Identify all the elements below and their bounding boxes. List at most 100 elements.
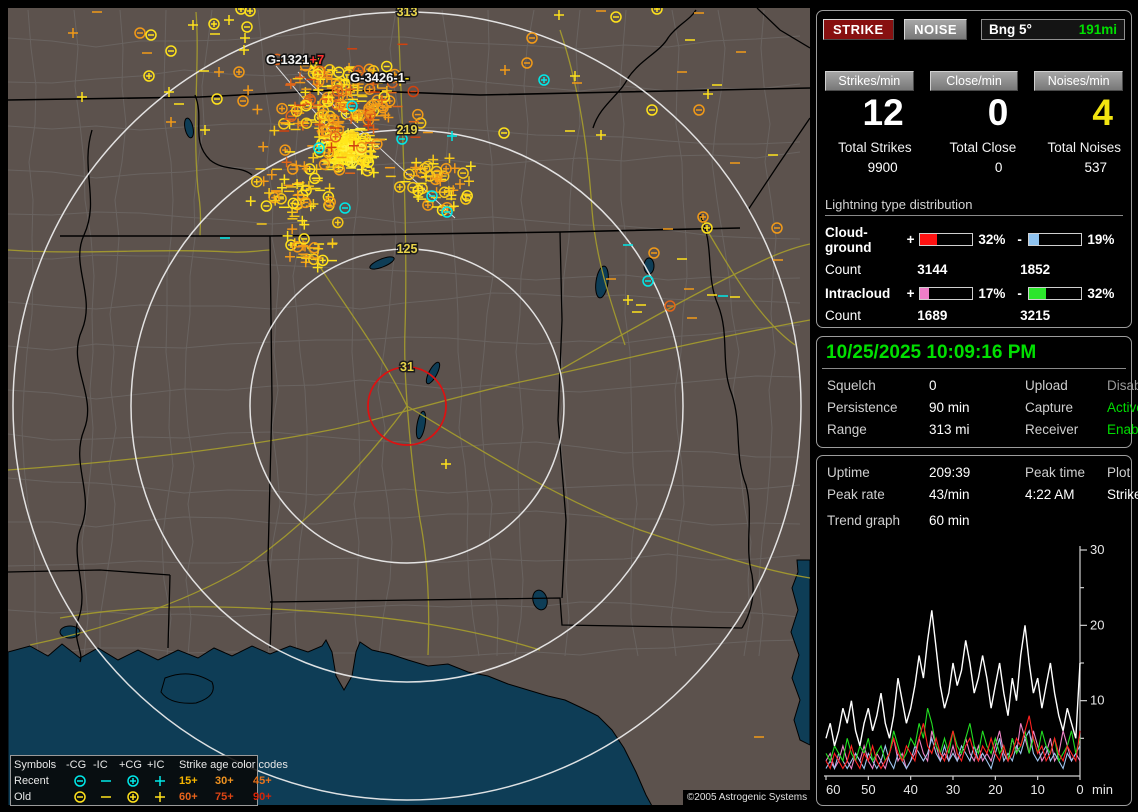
- trend-graph-header: Trend graph 60 min: [817, 502, 1131, 528]
- distribution-row: Intracloud +17% - 32%: [825, 286, 1123, 301]
- stats-grid: Uptime 209:39 Peak time Plot Peak rate 43/min…: [817, 456, 1138, 502]
- rate-counters: Strikes/min 12 Total Strikes 9900 Close/min 0…: [817, 71, 1131, 175]
- svg-text:20: 20: [1090, 617, 1104, 632]
- trend-series-total-strikes-min: [825, 610, 1081, 747]
- counter-value: 0: [987, 92, 1009, 133]
- counter-total-value: 9900: [867, 159, 898, 175]
- copyright: ©2005 Astrogenic Systems: [683, 790, 811, 806]
- minus-count: 3215: [1020, 307, 1051, 323]
- stat-cell: Peak rate: [827, 487, 885, 502]
- legend-age-title: Strike age color codes: [179, 759, 288, 771]
- datetime-display: 10/25/2025 10:09:16 PM: [822, 337, 1126, 369]
- count-label: Count: [825, 307, 862, 323]
- storm-cell-label: G-3426-1-: [350, 70, 409, 85]
- bearing-range-display: Bng 5° 191mi: [981, 19, 1125, 40]
- strike-symbol-cp: [127, 791, 139, 803]
- strike-symbol-p: [155, 792, 165, 802]
- legend-row-label: Old: [14, 791, 32, 803]
- status-label: Receiver: [1025, 422, 1079, 437]
- trend-series--cg: [825, 729, 1081, 770]
- legend-glyph-cp: [119, 774, 147, 788]
- distribution-row: Cloud-ground +32% - 19%: [825, 225, 1123, 255]
- distribution-name: Intracloud: [825, 285, 891, 301]
- minus-percent: 19%: [1087, 232, 1115, 248]
- noises-min-button[interactable]: Noises/min: [1034, 71, 1123, 91]
- svg-text:30: 30: [1090, 542, 1104, 557]
- stat-cell: Plot: [1107, 465, 1131, 480]
- lightning-map[interactable]: 313 219 125 31 G-1321+7 G-3426-1-: [0, 0, 812, 808]
- noise-mode-button[interactable]: NOISE: [904, 19, 968, 40]
- strike-mode-button[interactable]: STRIKE: [823, 19, 894, 40]
- plus-percent: 17%: [978, 285, 1006, 301]
- stat-cell: Strike: [1107, 487, 1138, 502]
- nexstorm-window: 313 219 125 31 G-1321+7 G-3426-1- Symbols -CG -…: [0, 0, 1138, 812]
- svg-text:60: 60: [826, 782, 840, 797]
- svg-text:min: min: [1092, 782, 1113, 797]
- bearing-label: Bng 5°: [989, 22, 1032, 37]
- status-panel: 10/25/2025 10:09:16 PM Squelch 0 Upload Dis…: [816, 336, 1138, 448]
- plus-count: 1689: [917, 307, 948, 323]
- counter-column-0: Strikes/min 12 Total Strikes 9900: [825, 71, 914, 175]
- legend-glyph-cm: [66, 774, 93, 788]
- count-row: Count 1689 3215: [825, 308, 1123, 323]
- status-label: Squelch: [827, 378, 876, 393]
- legend-col-header: +CG: [119, 759, 142, 771]
- svg-text:219: 219: [397, 123, 418, 137]
- legend-col-header: -IC: [93, 759, 108, 771]
- strike-counters-panel: STRIKE NOISE Bng 5° 191mi Strikes/min 12 T…: [816, 10, 1132, 328]
- status-value: Active: [1107, 400, 1138, 415]
- minus-count: 1852: [1020, 261, 1051, 277]
- count-row: Count 3144 1852: [825, 262, 1123, 277]
- bearing-range-value: 191mi: [1078, 22, 1117, 37]
- legend-age-code: 30+: [215, 775, 234, 787]
- close-min-button[interactable]: Close/min: [929, 71, 1019, 91]
- counter-column-1: Close/min 0 Total Close 0: [929, 71, 1019, 175]
- svg-text:10: 10: [1090, 693, 1104, 708]
- legend-symbols-header: Symbols: [14, 759, 57, 771]
- plus-sign: +: [906, 285, 915, 301]
- svg-text:313: 313: [397, 5, 418, 19]
- strikes-min-button[interactable]: Strikes/min: [825, 71, 914, 91]
- legend-age-code: 45+: [253, 775, 272, 787]
- status-label: Persistence: [827, 400, 898, 415]
- counter-total-label: Total Noises: [1047, 139, 1121, 155]
- status-value: Enabled: [1107, 422, 1138, 437]
- trend-graph-label: Trend graph: [827, 513, 901, 528]
- map-view[interactable]: 313 219 125 31 G-1321+7 G-3426-1- Symbols -CG -…: [0, 0, 812, 812]
- legend-row-label: Recent: [14, 775, 49, 787]
- stat-cell: Peak time: [1025, 465, 1086, 480]
- count-label: Count: [825, 261, 862, 277]
- status-value: 90 min: [929, 400, 970, 415]
- status-value: 0: [929, 378, 937, 393]
- legend-glyph-m: [93, 790, 119, 804]
- statistics-panel: Uptime 209:39 Peak time Plot Peak rate 43/min…: [816, 455, 1138, 806]
- storm-cell-label: G-1321+7: [266, 52, 324, 67]
- svg-text:20: 20: [988, 782, 1002, 797]
- plus-bar: [919, 233, 974, 247]
- legend-glyph-p: [147, 790, 173, 804]
- legend-col-header: -CG: [66, 759, 87, 771]
- lightning-type-distribution: Lightning type distribution Cloud-ground…: [817, 197, 1131, 323]
- stat-cell: 43/min: [929, 487, 970, 502]
- minus-sign: -: [1017, 285, 1022, 301]
- svg-text:10: 10: [1030, 782, 1044, 797]
- plus-count: 3144: [917, 261, 948, 277]
- status-label: Capture: [1025, 400, 1074, 415]
- legend-glyph-cp: [119, 790, 147, 804]
- plus-sign: +: [906, 232, 915, 248]
- strike-symbol-cm: [73, 775, 86, 787]
- legend-glyph-m: [93, 774, 119, 788]
- counter-total-label: Total Close: [949, 139, 1017, 155]
- svg-text:50: 50: [861, 782, 875, 797]
- legend-glyph-p: [147, 774, 173, 788]
- legend-col-header: +IC: [147, 759, 165, 771]
- distribution-name: Cloud-ground: [825, 224, 872, 255]
- minus-sign: -: [1017, 232, 1022, 248]
- plus-bar: [919, 286, 974, 300]
- status-value: 313 mi: [929, 422, 970, 437]
- legend-age-code: 60+: [179, 791, 198, 803]
- status-label: Range: [827, 422, 867, 437]
- counter-total-value: 0: [994, 159, 1003, 175]
- stat-cell: Uptime: [827, 465, 870, 480]
- plus-percent: 32%: [978, 232, 1006, 248]
